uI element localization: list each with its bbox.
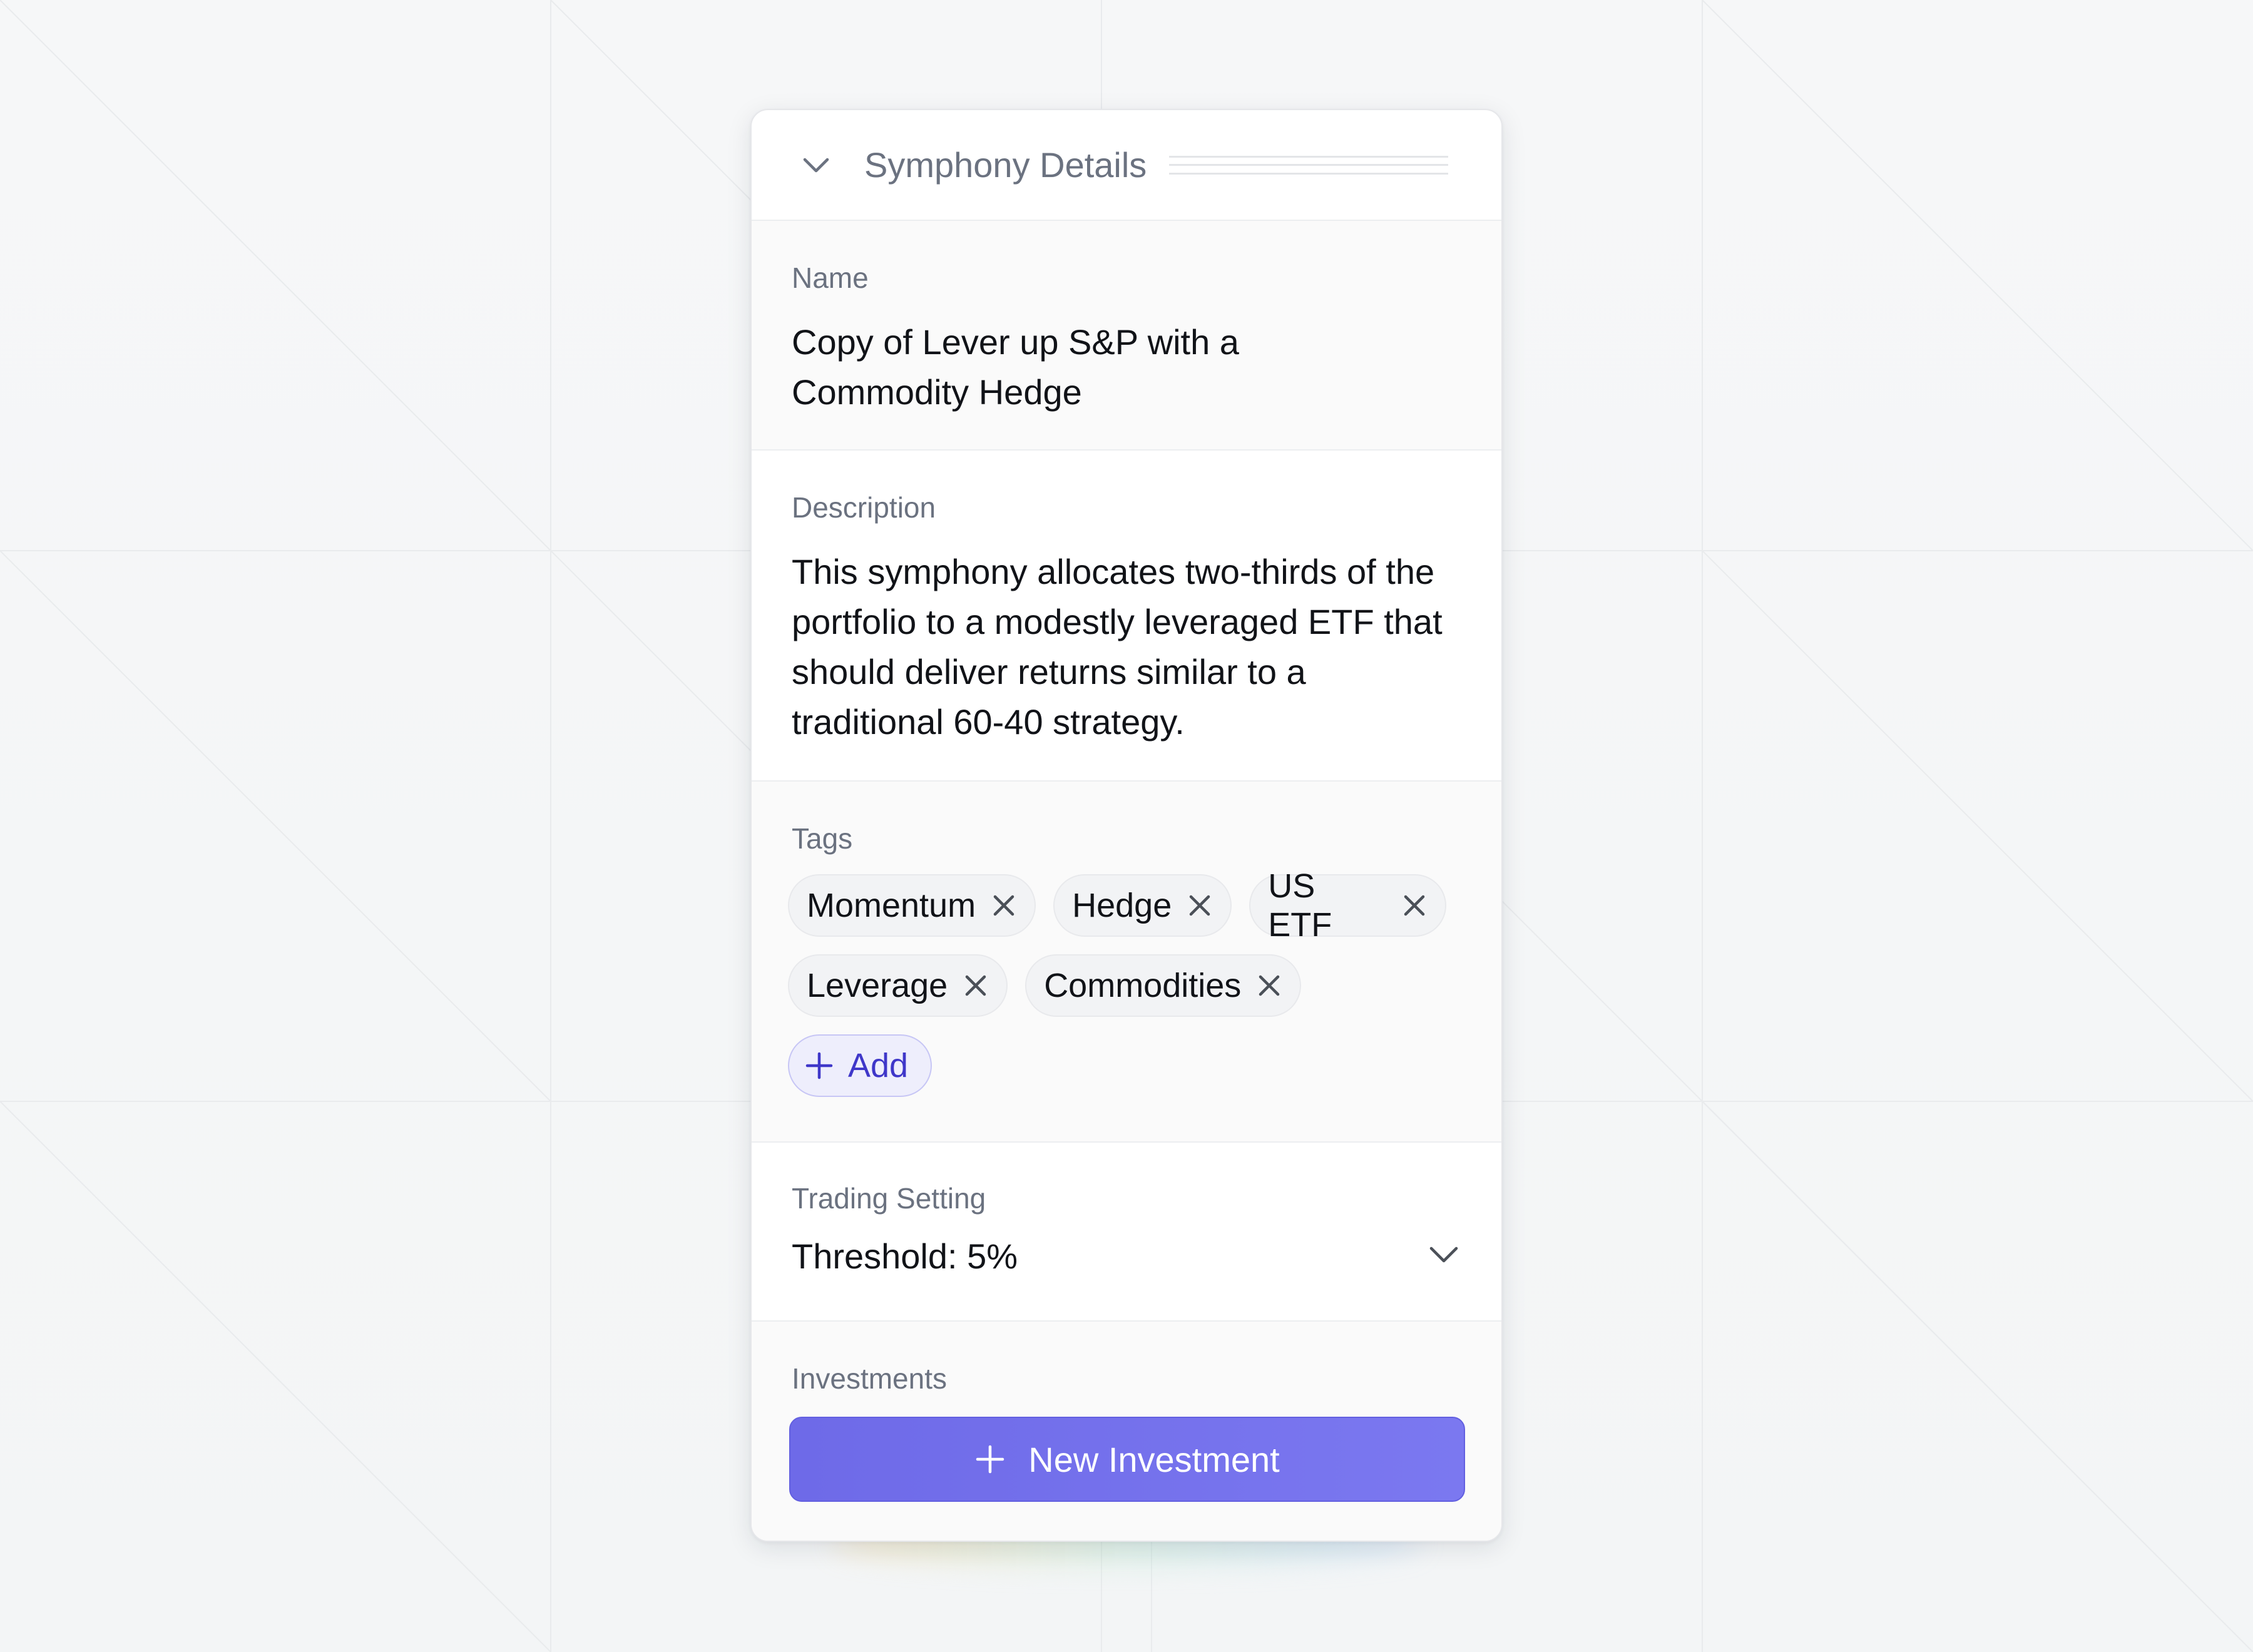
investments-section: Investments New Investment [752,1322,1501,1541]
close-icon[interactable] [1187,892,1213,919]
trading-setting-label: Trading Setting [792,1182,986,1215]
tags-section: Tags Momentum Hedge US ETF Leverage Comm… [752,782,1501,1143]
tag-label: Hedge [1072,887,1172,924]
tag-label: Commodities [1044,967,1242,1004]
tag-label: Leverage [807,967,948,1004]
threshold-select[interactable]: Threshold: 5% [792,1231,1464,1282]
description-field[interactable]: This symphony allocates two-thirds of th… [792,547,1455,747]
new-investment-label: New Investment [1028,1439,1280,1479]
name-label: Name [792,262,869,294]
plus-icon [974,1444,1006,1475]
panel-header[interactable]: Symphony Details [752,110,1501,221]
close-icon[interactable] [1401,892,1428,919]
tag-label: Momentum [807,887,976,924]
tag-label: US ETF [1268,867,1332,944]
tag-row: Leverage Commodities [788,954,1464,1019]
close-icon[interactable] [963,972,989,999]
tag-chip[interactable]: Leverage [788,954,1008,1017]
plus-icon [804,1051,834,1081]
name-field[interactable]: Copy of Lever up S&P with a Commodity He… [792,317,1292,417]
tags-label: Tags [792,822,853,855]
add-tag-button[interactable]: Add [788,1034,932,1097]
close-icon[interactable] [1256,972,1282,999]
symphony-details-panel: Symphony Details Name Copy of Lever up S… [750,109,1503,1542]
tag-chip[interactable]: Hedge [1053,874,1232,937]
description-section: Description This symphony allocates two-… [752,451,1501,782]
tag-row: Momentum Hedge US ETF [788,867,1464,944]
tag-chip[interactable]: US ETF [1249,867,1446,944]
close-icon[interactable] [991,892,1017,919]
add-tag-label: Add [848,1047,909,1084]
name-section: Name Copy of Lever up S&P with a Commodi… [752,221,1501,451]
trading-setting-section: Trading Setting Threshold: 5% [752,1143,1501,1322]
tag-chip[interactable]: Commodities [1025,954,1302,1017]
new-investment-button[interactable]: New Investment [789,1417,1465,1502]
investments-label: Investments [792,1362,947,1395]
chevron-down-icon[interactable] [799,148,834,183]
chevron-down-icon[interactable] [1425,1235,1463,1273]
description-label: Description [792,491,936,524]
tag-chip[interactable]: Momentum [788,874,1036,937]
panel-title: Symphony Details [864,145,1147,185]
drag-handle[interactable] [1169,155,1449,175]
